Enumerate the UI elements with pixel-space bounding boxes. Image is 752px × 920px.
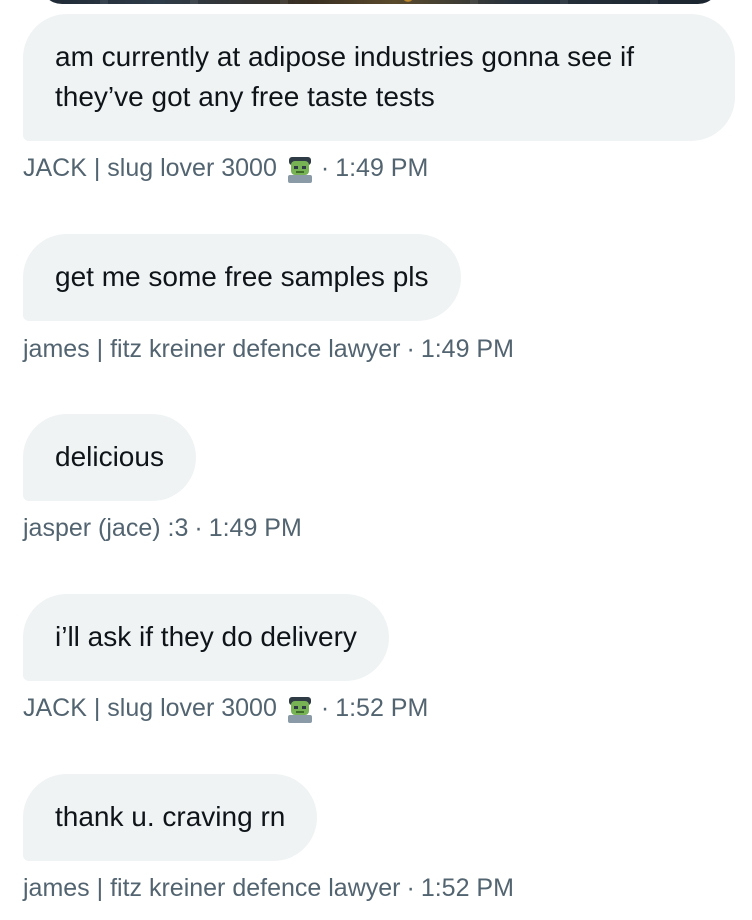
sender-name: JACK | slug lover 3000	[23, 154, 277, 182]
meta-separator: ·	[406, 874, 415, 902]
message-bubble[interactable]: thank u. craving rn	[23, 774, 318, 861]
message-text: get me some free samples pls	[55, 261, 429, 292]
meta-separator: ·	[320, 694, 330, 722]
meta-separator: ·	[406, 335, 415, 363]
dm-conversation: am currently at adipose industries gonna…	[0, 0, 752, 920]
message-text: delicious	[55, 441, 164, 472]
sender-name: james | fitz kreiner defence lawyer	[23, 874, 401, 902]
message-text: thank u. craving rn	[55, 801, 286, 832]
message-meta: james | fitz kreiner defence lawyer · 1:…	[23, 333, 514, 365]
message-bubble[interactable]: i’ll ask if they do delivery	[23, 594, 389, 681]
message-meta: JACK | slug lover 3000 · 1:52 PM	[23, 692, 428, 724]
message-time: 1:52 PM	[420, 874, 514, 902]
shared-image-preview[interactable]	[40, 0, 720, 4]
sender-name: jasper (jace) :3	[23, 514, 189, 542]
message-time: 1:49 PM	[335, 154, 429, 182]
message-bubble[interactable]: delicious	[23, 414, 196, 501]
message-meta: JACK | slug lover 3000 · 1:49 PM	[23, 152, 428, 184]
message-text: i’ll ask if they do delivery	[55, 621, 357, 652]
message-time: 1:52 PM	[335, 694, 429, 722]
message-bubble[interactable]: am currently at adipose industries gonna…	[23, 14, 735, 141]
message-time: 1:49 PM	[208, 514, 302, 542]
message-meta: jasper (jace) :3 · 1:49 PM	[23, 512, 302, 544]
message-meta: james | fitz kreiner defence lawyer · 1:…	[23, 872, 514, 904]
message-bubble[interactable]: get me some free samples pls	[23, 234, 461, 321]
sender-name: JACK | slug lover 3000	[23, 694, 277, 722]
zombie-icon	[285, 693, 315, 723]
meta-separator: ·	[194, 514, 203, 542]
message-time: 1:49 PM	[420, 335, 514, 363]
sender-name: james | fitz kreiner defence lawyer	[23, 335, 401, 363]
zombie-icon	[285, 153, 315, 183]
meta-separator: ·	[320, 154, 330, 182]
message-text: am currently at adipose industries gonna…	[55, 41, 634, 112]
